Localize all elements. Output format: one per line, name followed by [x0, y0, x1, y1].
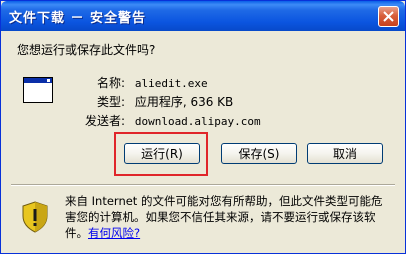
file-type-label: 类型: — [96, 95, 125, 109]
divider — [11, 184, 395, 186]
cancel-button[interactable]: 取消 — [307, 143, 383, 164]
risk-link[interactable]: 有何风险? — [88, 226, 140, 240]
file-name-row: 名称: aliedit.exe — [79, 74, 208, 91]
window-title: 文件下载 － 安全警告 — [9, 11, 147, 26]
security-shield-icon — [22, 201, 48, 233]
security-warning: 来自 Internet 的文件可能对您有所帮助，但此文件类型可能危害您的计算机。… — [65, 193, 393, 241]
close-button[interactable] — [378, 6, 399, 27]
title-bar[interactable]: 文件下载 － 安全警告 — [1, 1, 405, 31]
question-text: 您想运行或保存此文件吗? — [17, 43, 156, 57]
file-type-row: 类型: 应用程序, 636 KB — [79, 93, 233, 110]
close-icon — [383, 11, 394, 22]
download-dialog: 文件下载 － 安全警告 您想运行或保存此文件吗? 名称: aliedit.exe… — [0, 0, 406, 254]
run-button[interactable]: 运行(R) — [124, 143, 200, 164]
file-name-value: aliedit.exe — [134, 77, 208, 90]
file-type-value: 应用程序, 636 KB — [134, 95, 234, 109]
application-window-icon — [23, 77, 53, 103]
file-name-label: 名称: — [96, 76, 125, 90]
file-sender-value: download.alipay.com — [134, 115, 261, 128]
file-sender-row: 发送者: download.alipay.com — [79, 112, 261, 129]
save-button[interactable]: 保存(S) — [221, 143, 297, 164]
file-sender-label: 发送者: — [84, 114, 125, 128]
